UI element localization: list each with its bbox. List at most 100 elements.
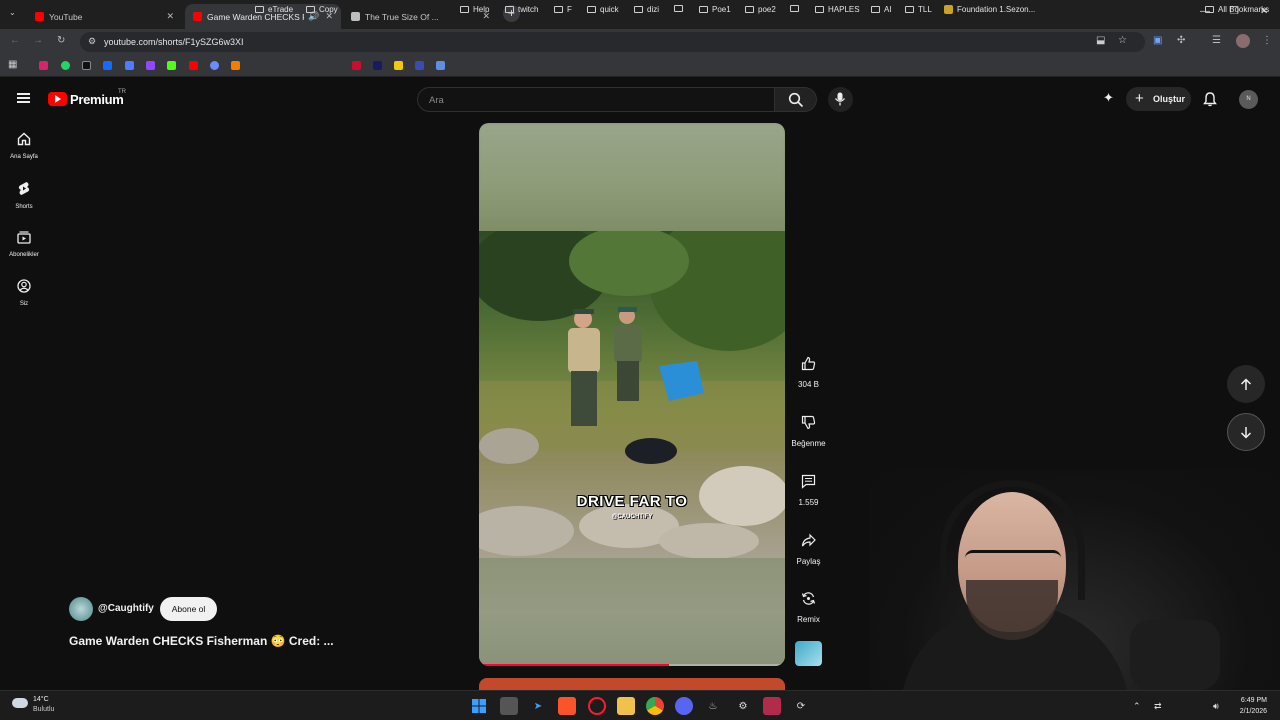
comments-button[interactable]: 1.559 [786, 467, 831, 507]
video-progress-bar[interactable] [479, 664, 785, 666]
bookmark-icon[interactable] [415, 61, 424, 70]
all-bookmarks[interactable]: All Bookmarks [1205, 5, 1269, 14]
next-short-preview[interactable] [479, 678, 785, 690]
youtube-logo-icon[interactable] [48, 92, 67, 106]
reading-list-icon[interactable]: ☰ [1212, 35, 1221, 46]
bookmark-folder[interactable] [790, 5, 803, 12]
instagram-bookmark-icon[interactable] [39, 61, 48, 70]
bookmark-icon[interactable] [210, 61, 219, 70]
share-button[interactable]: Paylaş [786, 526, 831, 566]
obs-taskbar-icon[interactable] [763, 697, 781, 715]
bookmark-ai[interactable]: AI [871, 5, 892, 14]
brave-taskbar-icon[interactable] [558, 697, 576, 715]
search-input[interactable]: Ara [417, 87, 775, 112]
plus-icon: + [1135, 90, 1144, 107]
nav-you[interactable]: Siz [0, 279, 48, 307]
notifications-bell-icon[interactable] [1203, 92, 1217, 107]
menu-icon[interactable] [17, 93, 30, 103]
twitch-bookmark-icon[interactable] [146, 61, 155, 70]
back-icon[interactable]: ← [10, 35, 20, 46]
like-button[interactable]: 304 B [786, 349, 831, 389]
browser-menu-icon[interactable]: ⋮ [1262, 35, 1272, 46]
blogger-bookmark-icon[interactable] [231, 61, 240, 70]
voice-search-button[interactable] [828, 87, 853, 112]
kick-bookmark-icon[interactable] [167, 61, 176, 70]
bookmark-copy[interactable]: Copy [306, 5, 338, 14]
bookmark-dizi[interactable]: dizi [634, 5, 659, 14]
next-short-button[interactable] [1227, 413, 1265, 451]
weather-temperature[interactable]: 14°C [33, 696, 49, 703]
remix-button[interactable]: Remix [786, 584, 831, 624]
bookmark-help[interactable]: Help [460, 5, 489, 14]
microphone-arm [1130, 620, 1220, 690]
account-avatar[interactable]: N [1239, 90, 1258, 109]
bookmark-f[interactable]: F [554, 5, 572, 14]
dislike-button[interactable]: Beğenme [786, 408, 831, 448]
network-icon[interactable]: ⇄ [1154, 701, 1162, 712]
bookmark-poe2[interactable]: poe2 [745, 5, 776, 14]
subscribe-button[interactable]: Abone ol [160, 597, 217, 621]
start-windows-icon[interactable] [470, 697, 488, 715]
create-button[interactable]: + Oluştur [1126, 87, 1191, 111]
brand-label[interactable]: Premium [70, 92, 124, 107]
nav-shorts[interactable]: Shorts [0, 181, 48, 210]
bookmark-etrade[interactable]: eTrade [255, 5, 293, 14]
site-info-icon[interactable]: ⚙ [88, 36, 96, 47]
premium-sparkle-icon[interactable]: ✦ [1103, 90, 1114, 106]
channel-thumbnail[interactable] [795, 641, 822, 666]
discord-taskbar-icon[interactable] [675, 697, 693, 715]
video-watermark: @CAUGHTIFY [611, 514, 653, 520]
x-bookmark-icon[interactable] [82, 61, 91, 70]
channel-avatar[interactable] [69, 597, 93, 621]
app-taskbar-icon[interactable]: ⟳ [792, 697, 810, 715]
behance-bookmark-icon[interactable] [103, 61, 112, 70]
extension-icon[interactable]: ▣ [1153, 35, 1162, 46]
task-view-icon[interactable] [500, 697, 518, 715]
bookmark-star-icon[interactable]: ☆ [1118, 35, 1127, 46]
cloud-icon[interactable] [12, 698, 28, 708]
bookmark-tll[interactable]: TLL [905, 5, 932, 14]
bookmark-icon[interactable] [436, 61, 445, 70]
system-clock[interactable]: 6:49 PM 2/1/2026 [1229, 695, 1279, 717]
file-explorer-icon[interactable] [617, 697, 635, 715]
close-tab-icon[interactable]: ✕ [166, 11, 174, 22]
whatsapp-bookmark-icon[interactable] [61, 61, 70, 70]
apps-grid-icon[interactable]: ▦ [8, 59, 17, 70]
youtube-bookmark-icon[interactable] [189, 61, 198, 70]
search-button[interactable] [775, 87, 817, 112]
forward-icon[interactable]: → [33, 35, 43, 46]
bookmark-quick[interactable]: quick [587, 5, 619, 14]
video-title[interactable]: Game Warden CHECKS Fisherman 😳 Cred: ... [69, 634, 334, 648]
channel-name[interactable]: @Caughtify [98, 603, 154, 614]
previous-short-button[interactable] [1227, 365, 1265, 403]
extensions-puzzle-icon[interactable]: ✣ [1177, 35, 1185, 46]
opera-taskbar-icon[interactable] [588, 697, 606, 715]
nav-subscriptions[interactable]: Abonelikler [0, 230, 48, 258]
tray-overflow-icon[interactable]: ⌃ [1133, 701, 1141, 712]
volume-icon[interactable]: 🔊︎ [1213, 701, 1219, 712]
vscode-taskbar-icon[interactable]: ➤ [529, 697, 547, 715]
steam-taskbar-icon[interactable]: ♨ [704, 697, 722, 715]
address-bar[interactable]: ⚙ youtube.com/shorts/F1ySZG6w3XI ⬓ ☆ [80, 32, 1145, 52]
nav-home[interactable]: Ana Sayfa [0, 132, 48, 160]
bookmark-icon[interactable] [373, 61, 382, 70]
reload-icon[interactable]: ↻ [57, 35, 65, 46]
install-app-icon[interactable]: ⬓ [1096, 35, 1105, 46]
settings-taskbar-icon[interactable]: ⚙ [734, 697, 752, 715]
bookmark-icon[interactable] [352, 61, 361, 70]
short-video-player[interactable]: DRIVE FAR TO @CAUGHTIFY [479, 123, 785, 666]
bookmark-twitch[interactable]: twitch [505, 5, 538, 14]
bookmark-icon[interactable] [394, 61, 403, 70]
bookmark-foundation[interactable]: Foundation 1.Sezon... [944, 5, 1035, 14]
bookmark-icon[interactable] [125, 61, 134, 70]
chrome-taskbar-icon[interactable] [646, 697, 664, 715]
bookmark-haples[interactable]: HAPLES [815, 5, 860, 14]
profile-icon[interactable] [1236, 34, 1250, 48]
weather-condition[interactable]: Bulutlu [33, 706, 54, 713]
youtube-header: Premium TR Ara ✦ + Oluştur N [0, 77, 1280, 121]
tab-youtube[interactable]: YouTube ✕ [27, 4, 182, 29]
url-text: youtube.com/shorts/F1ySZG6w3XI [104, 37, 244, 47]
bookmark-folder[interactable] [674, 5, 687, 12]
tab-search-icon[interactable]: ⌄ [9, 8, 16, 17]
bookmark-poe1[interactable]: Poe1 [699, 5, 731, 14]
